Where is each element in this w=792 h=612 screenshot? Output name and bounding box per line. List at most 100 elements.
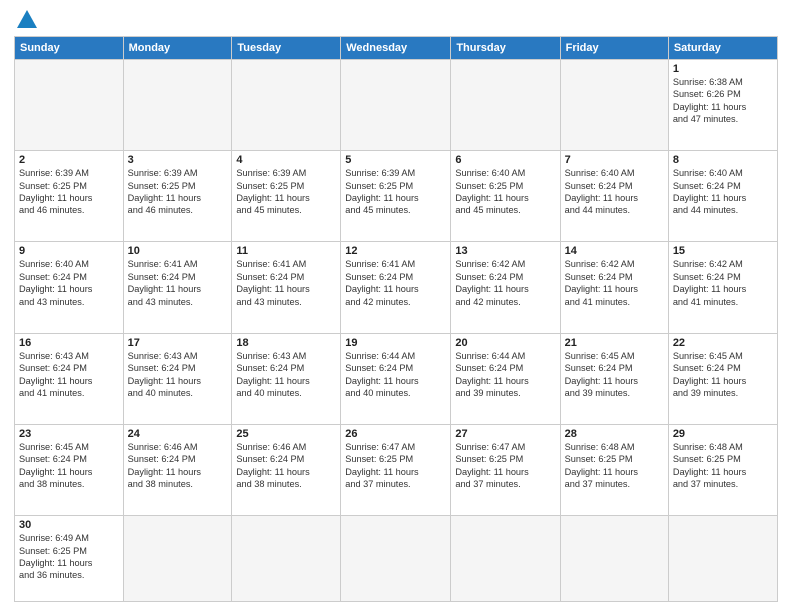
day-cell: 16Sunrise: 6:43 AM Sunset: 6:24 PM Dayli… (15, 333, 124, 424)
page: SundayMondayTuesdayWednesdayThursdayFrid… (0, 0, 792, 612)
day-number: 24 (128, 428, 228, 440)
day-cell (15, 60, 124, 151)
day-info: Sunrise: 6:43 AM Sunset: 6:24 PM Dayligh… (19, 350, 119, 400)
header (14, 12, 778, 28)
day-cell: 5Sunrise: 6:39 AM Sunset: 6:25 PM Daylig… (341, 151, 451, 242)
day-number: 25 (236, 428, 336, 440)
week-row-4: 16Sunrise: 6:43 AM Sunset: 6:24 PM Dayli… (15, 333, 778, 424)
day-cell: 27Sunrise: 6:47 AM Sunset: 6:25 PM Dayli… (451, 424, 560, 515)
day-info: Sunrise: 6:43 AM Sunset: 6:24 PM Dayligh… (128, 350, 228, 400)
day-info: Sunrise: 6:42 AM Sunset: 6:24 PM Dayligh… (455, 258, 555, 308)
weekday-wednesday: Wednesday (341, 37, 451, 60)
day-info: Sunrise: 6:40 AM Sunset: 6:24 PM Dayligh… (19, 258, 119, 308)
week-row-3: 9Sunrise: 6:40 AM Sunset: 6:24 PM Daylig… (15, 242, 778, 333)
week-row-1: 1Sunrise: 6:38 AM Sunset: 6:26 PM Daylig… (15, 60, 778, 151)
day-cell: 30Sunrise: 6:49 AM Sunset: 6:25 PM Dayli… (15, 516, 124, 602)
day-cell: 9Sunrise: 6:40 AM Sunset: 6:24 PM Daylig… (15, 242, 124, 333)
day-cell: 12Sunrise: 6:41 AM Sunset: 6:24 PM Dayli… (341, 242, 451, 333)
weekday-monday: Monday (123, 37, 232, 60)
day-cell: 8Sunrise: 6:40 AM Sunset: 6:24 PM Daylig… (668, 151, 777, 242)
day-cell: 22Sunrise: 6:45 AM Sunset: 6:24 PM Dayli… (668, 333, 777, 424)
day-info: Sunrise: 6:45 AM Sunset: 6:24 PM Dayligh… (565, 350, 664, 400)
day-cell: 29Sunrise: 6:48 AM Sunset: 6:25 PM Dayli… (668, 424, 777, 515)
day-number: 21 (565, 337, 664, 349)
week-row-5: 23Sunrise: 6:45 AM Sunset: 6:24 PM Dayli… (15, 424, 778, 515)
weekday-header-row: SundayMondayTuesdayWednesdayThursdayFrid… (15, 37, 778, 60)
day-cell: 23Sunrise: 6:45 AM Sunset: 6:24 PM Dayli… (15, 424, 124, 515)
day-cell (123, 516, 232, 602)
weekday-friday: Friday (560, 37, 668, 60)
day-info: Sunrise: 6:40 AM Sunset: 6:24 PM Dayligh… (673, 167, 773, 217)
day-cell: 26Sunrise: 6:47 AM Sunset: 6:25 PM Dayli… (341, 424, 451, 515)
day-number: 7 (565, 154, 664, 166)
week-row-6: 30Sunrise: 6:49 AM Sunset: 6:25 PM Dayli… (15, 516, 778, 602)
day-info: Sunrise: 6:45 AM Sunset: 6:24 PM Dayligh… (673, 350, 773, 400)
logo (14, 12, 37, 28)
day-cell: 17Sunrise: 6:43 AM Sunset: 6:24 PM Dayli… (123, 333, 232, 424)
day-cell: 20Sunrise: 6:44 AM Sunset: 6:24 PM Dayli… (451, 333, 560, 424)
day-number: 18 (236, 337, 336, 349)
day-number: 30 (19, 519, 119, 531)
day-number: 9 (19, 245, 119, 257)
day-cell: 6Sunrise: 6:40 AM Sunset: 6:25 PM Daylig… (451, 151, 560, 242)
day-number: 10 (128, 245, 228, 257)
day-number: 11 (236, 245, 336, 257)
day-info: Sunrise: 6:40 AM Sunset: 6:24 PM Dayligh… (565, 167, 664, 217)
day-number: 4 (236, 154, 336, 166)
day-info: Sunrise: 6:41 AM Sunset: 6:24 PM Dayligh… (128, 258, 228, 308)
day-number: 23 (19, 428, 119, 440)
day-cell: 4Sunrise: 6:39 AM Sunset: 6:25 PM Daylig… (232, 151, 341, 242)
day-cell: 28Sunrise: 6:48 AM Sunset: 6:25 PM Dayli… (560, 424, 668, 515)
day-info: Sunrise: 6:39 AM Sunset: 6:25 PM Dayligh… (128, 167, 228, 217)
day-info: Sunrise: 6:46 AM Sunset: 6:24 PM Dayligh… (236, 441, 336, 491)
day-info: Sunrise: 6:40 AM Sunset: 6:25 PM Dayligh… (455, 167, 555, 217)
weekday-sunday: Sunday (15, 37, 124, 60)
day-cell (123, 60, 232, 151)
day-number: 29 (673, 428, 773, 440)
day-cell: 24Sunrise: 6:46 AM Sunset: 6:24 PM Dayli… (123, 424, 232, 515)
day-cell: 2Sunrise: 6:39 AM Sunset: 6:25 PM Daylig… (15, 151, 124, 242)
day-cell: 18Sunrise: 6:43 AM Sunset: 6:24 PM Dayli… (232, 333, 341, 424)
day-cell: 15Sunrise: 6:42 AM Sunset: 6:24 PM Dayli… (668, 242, 777, 333)
day-cell: 1Sunrise: 6:38 AM Sunset: 6:26 PM Daylig… (668, 60, 777, 151)
day-info: Sunrise: 6:44 AM Sunset: 6:24 PM Dayligh… (455, 350, 555, 400)
day-number: 20 (455, 337, 555, 349)
day-cell (232, 516, 341, 602)
day-info: Sunrise: 6:44 AM Sunset: 6:24 PM Dayligh… (345, 350, 446, 400)
day-cell (451, 60, 560, 151)
day-number: 16 (19, 337, 119, 349)
day-cell: 7Sunrise: 6:40 AM Sunset: 6:24 PM Daylig… (560, 151, 668, 242)
weekday-tuesday: Tuesday (232, 37, 341, 60)
day-number: 12 (345, 245, 446, 257)
weekday-thursday: Thursday (451, 37, 560, 60)
day-info: Sunrise: 6:39 AM Sunset: 6:25 PM Dayligh… (345, 167, 446, 217)
day-info: Sunrise: 6:38 AM Sunset: 6:26 PM Dayligh… (673, 76, 773, 126)
day-cell: 19Sunrise: 6:44 AM Sunset: 6:24 PM Dayli… (341, 333, 451, 424)
day-cell: 10Sunrise: 6:41 AM Sunset: 6:24 PM Dayli… (123, 242, 232, 333)
day-info: Sunrise: 6:41 AM Sunset: 6:24 PM Dayligh… (236, 258, 336, 308)
day-number: 5 (345, 154, 446, 166)
day-cell (560, 516, 668, 602)
day-number: 14 (565, 245, 664, 257)
day-cell: 14Sunrise: 6:42 AM Sunset: 6:24 PM Dayli… (560, 242, 668, 333)
day-cell: 3Sunrise: 6:39 AM Sunset: 6:25 PM Daylig… (123, 151, 232, 242)
day-cell: 25Sunrise: 6:46 AM Sunset: 6:24 PM Dayli… (232, 424, 341, 515)
day-cell (560, 60, 668, 151)
day-info: Sunrise: 6:49 AM Sunset: 6:25 PM Dayligh… (19, 532, 119, 582)
day-number: 3 (128, 154, 228, 166)
day-info: Sunrise: 6:42 AM Sunset: 6:24 PM Dayligh… (565, 258, 664, 308)
day-info: Sunrise: 6:47 AM Sunset: 6:25 PM Dayligh… (345, 441, 446, 491)
day-cell: 11Sunrise: 6:41 AM Sunset: 6:24 PM Dayli… (232, 242, 341, 333)
day-info: Sunrise: 6:39 AM Sunset: 6:25 PM Dayligh… (19, 167, 119, 217)
day-cell: 21Sunrise: 6:45 AM Sunset: 6:24 PM Dayli… (560, 333, 668, 424)
logo-row (14, 12, 37, 28)
day-number: 1 (673, 63, 773, 75)
day-info: Sunrise: 6:45 AM Sunset: 6:24 PM Dayligh… (19, 441, 119, 491)
logo-triangle-icon (17, 10, 37, 28)
day-number: 27 (455, 428, 555, 440)
day-number: 19 (345, 337, 446, 349)
weekday-saturday: Saturday (668, 37, 777, 60)
day-cell (451, 516, 560, 602)
day-info: Sunrise: 6:43 AM Sunset: 6:24 PM Dayligh… (236, 350, 336, 400)
day-number: 2 (19, 154, 119, 166)
